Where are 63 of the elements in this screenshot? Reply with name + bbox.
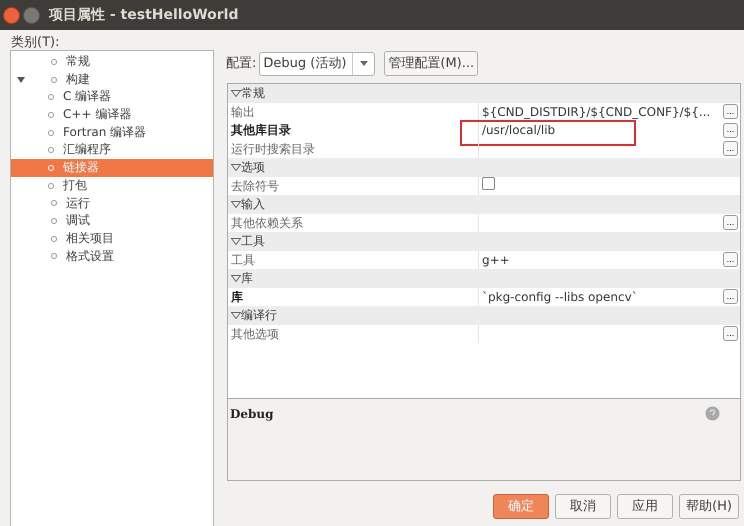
expander-icon[interactable]	[231, 275, 241, 282]
dialog-button[interactable]: 取消	[555, 494, 612, 519]
category-header[interactable]: 输入	[228, 195, 265, 214]
tree-item[interactable]: 常规	[11, 53, 213, 71]
category-header[interactable]: 常规	[228, 84, 265, 102]
bullet-icon	[48, 94, 54, 100]
ellipsis-button[interactable]: ...	[723, 252, 738, 268]
ellipsis-button[interactable]: ...	[723, 122, 738, 138]
tree-item[interactable]: 打包	[11, 176, 213, 194]
ellipsis-button[interactable]: ...	[723, 104, 738, 120]
category-header[interactable]: 选项	[228, 158, 265, 176]
bullet-icon	[48, 164, 54, 171]
property-name: 输出	[228, 102, 479, 121]
caret-icon	[360, 61, 368, 66]
bullet-icon	[51, 200, 57, 206]
bullet-icon	[51, 236, 57, 242]
property-value[interactable]: ${CND_DISTDIR}/${CND_CONF}/${...	[482, 104, 710, 119]
close-icon[interactable]	[3, 6, 20, 24]
tree-item[interactable]: 调试	[11, 212, 213, 230]
bullet-icon	[51, 253, 57, 260]
configuration-label: 配置:	[226, 54, 256, 73]
tree-item[interactable]: Fortran 编译器	[11, 124, 213, 142]
property-name: 其他库目录	[228, 121, 479, 140]
property-name: 其他选项	[228, 324, 479, 343]
property-value[interactable]: g++	[482, 252, 510, 267]
checkbox[interactable]	[482, 176, 495, 190]
configuration-dropdown[interactable]: Debug (活动)	[259, 52, 376, 76]
tree-item[interactable]: 格式设置	[11, 248, 213, 266]
tree-item[interactable]: C 编译器	[11, 88, 213, 106]
expander-icon[interactable]	[231, 164, 241, 172]
ellipsis-button[interactable]: ...	[723, 141, 738, 156]
tree-item[interactable]: 相关项目	[11, 230, 213, 248]
dialog-button[interactable]: 应用	[617, 494, 674, 519]
category-label: 类别(T):	[11, 34, 60, 52]
bullet-icon	[48, 182, 54, 189]
bullet-icon	[51, 218, 57, 224]
bullet-icon	[51, 76, 57, 83]
bullet-icon	[48, 130, 54, 136]
expander-icon[interactable]	[231, 238, 241, 246]
expander-icon[interactable]	[231, 312, 241, 320]
window-title: 项目属性 - testHelloWorld	[49, 6, 238, 24]
bullet-icon	[48, 147, 54, 154]
tree-item[interactable]: 构建	[11, 70, 213, 88]
category-header[interactable]: 库	[228, 269, 253, 288]
expander-icon[interactable]	[231, 90, 241, 98]
dialog-button[interactable]: 帮助(H)	[679, 494, 739, 519]
property-value[interactable]: `pkg-config --libs opencv`	[482, 290, 638, 304]
ellipsis-button[interactable]: ...	[723, 289, 738, 304]
property-value[interactable]: /usr/local/lib	[482, 123, 556, 138]
ellipsis-button[interactable]: ...	[723, 326, 738, 342]
expander-icon[interactable]	[231, 201, 241, 208]
category-header[interactable]: 编译行	[228, 306, 277, 324]
minimize-icon[interactable]	[23, 6, 40, 24]
ellipsis-button[interactable]: ...	[723, 215, 738, 230]
description-title: Debug	[230, 406, 274, 423]
bullet-icon	[48, 112, 54, 118]
tree-item[interactable]: C++ 编译器	[11, 106, 213, 124]
category-header[interactable]: 工具	[228, 232, 265, 250]
tree-item[interactable]: 运行	[11, 194, 213, 212]
tree-item[interactable]: 汇编程序	[11, 141, 213, 160]
expander-icon[interactable]	[17, 76, 25, 84]
bullet-icon	[51, 58, 57, 65]
manage-configurations-button[interactable]: 管理配置(M)...	[384, 51, 478, 76]
